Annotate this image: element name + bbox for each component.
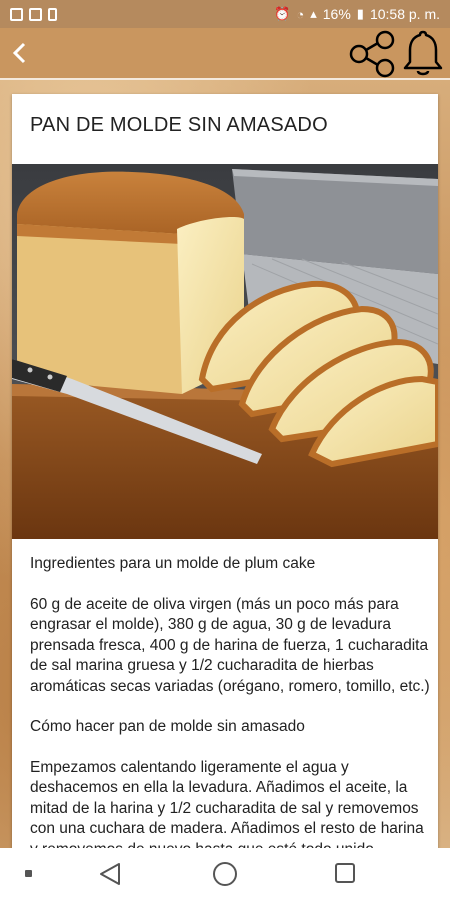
recipe-card: PAN DE MOLDE SIN AMASADO Ingredientes pa…: [12, 94, 438, 854]
status-bar: ⏰ ◔ ▴ 16% ▮ 10:58 p. m.: [0, 0, 450, 28]
back-button[interactable]: [4, 36, 38, 70]
nav-home-icon[interactable]: [213, 862, 237, 886]
nav-indicator-icon: [25, 870, 32, 877]
notifications-button[interactable]: [400, 28, 446, 80]
method-heading: Cómo hacer pan de molde sin amasado: [30, 718, 305, 735]
bell-icon: [403, 30, 443, 76]
status-system: ⏰ ◔ ▴ 16% ▮ 10:58 p. m.: [274, 6, 440, 22]
facebook-icon: [10, 7, 23, 21]
share-button[interactable]: [345, 30, 397, 78]
app-bar: [0, 28, 450, 80]
wifi-icon: ◔: [296, 6, 305, 22]
recipe-photo: [12, 164, 438, 539]
ingredients-heading: Ingredientes para un molde de plum cake: [30, 555, 316, 572]
method-text: Empezamos calentando ligeramente el agua…: [30, 758, 424, 855]
system-nav-bar: [0, 848, 450, 900]
share-icon: [349, 30, 395, 78]
alarm-icon: ⏰: [274, 6, 291, 21]
signal-icon: ▴: [310, 6, 317, 21]
ingredients-list: 60 g de aceite de oliva virgen (más un p…: [30, 595, 430, 695]
notification-icon: [48, 7, 57, 21]
battery-percent: 16%: [322, 6, 351, 22]
recipe-body: Ingredientes para un molde de plum cake …: [30, 554, 430, 854]
image-icon: [29, 7, 42, 21]
recipe-title: PAN DE MOLDE SIN AMASADO: [30, 114, 328, 136]
status-notifications: [10, 7, 57, 21]
nav-back-icon[interactable]: [95, 860, 125, 888]
battery-icon: ▮: [356, 6, 364, 21]
back-arrow-icon: [12, 42, 26, 64]
clock: 10:58 p. m.: [369, 6, 440, 22]
nav-recents-icon[interactable]: [335, 863, 355, 883]
